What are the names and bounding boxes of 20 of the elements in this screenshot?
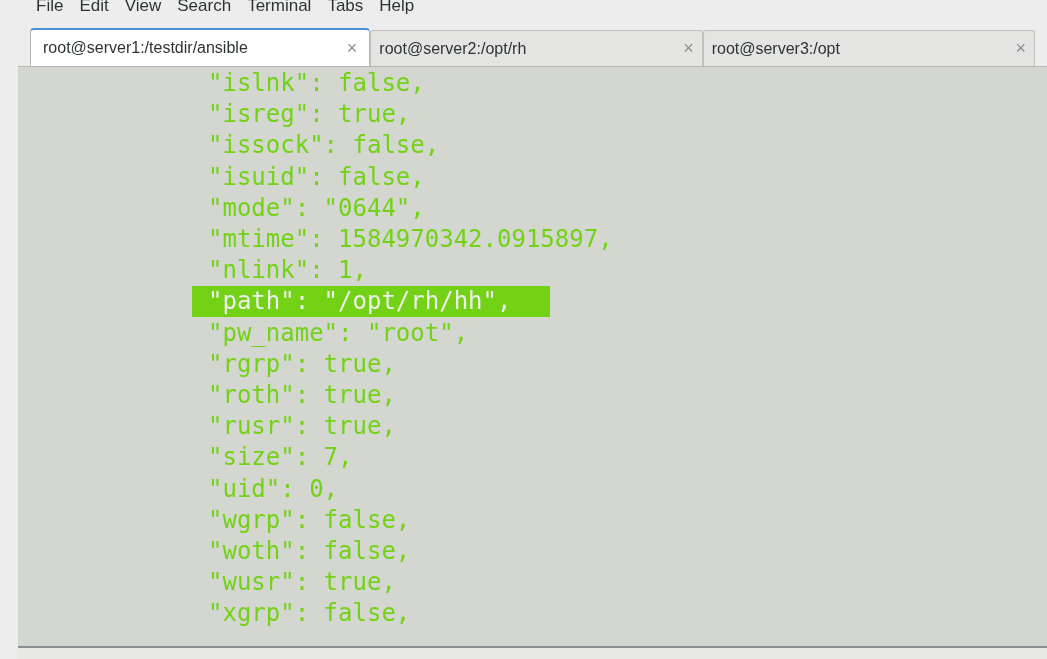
terminal-line: "woth": false, xyxy=(207,535,411,567)
tab[interactable]: root@server2:/opt/rh × xyxy=(370,30,703,66)
terminal-line: "size": 7, xyxy=(207,442,353,474)
terminal-line: "wusr": true, xyxy=(207,567,396,599)
terminal-line: "islnk": false, xyxy=(207,68,425,100)
terminal-line: "rusr": true, xyxy=(207,411,396,443)
terminal-line: "isreg": true, xyxy=(207,99,411,131)
terminal-line: "pw_name": "root", xyxy=(207,317,469,349)
tab[interactable]: root@server1:/testdir/ansible × xyxy=(30,28,371,66)
terminal-line: "roth": true, xyxy=(207,379,396,411)
terminal-line: "uid": 0, xyxy=(207,473,339,505)
terminal-line: "wgrp": false, xyxy=(207,504,411,536)
tab[interactable]: root@server3:/opt × xyxy=(702,30,1035,66)
terminal-line: "mode": "0644", xyxy=(207,192,425,224)
terminal-line: "mtime": 1584970342.0915897, xyxy=(207,224,613,256)
terminal-line: "rgrp": true, xyxy=(207,348,396,380)
terminal-line: "xgrp": false, xyxy=(207,598,411,630)
terminal-line: "nlink": 1, xyxy=(207,255,367,287)
terminal-line: "isuid": false, xyxy=(207,161,425,193)
terminal-line: "issock": false, xyxy=(207,130,440,162)
